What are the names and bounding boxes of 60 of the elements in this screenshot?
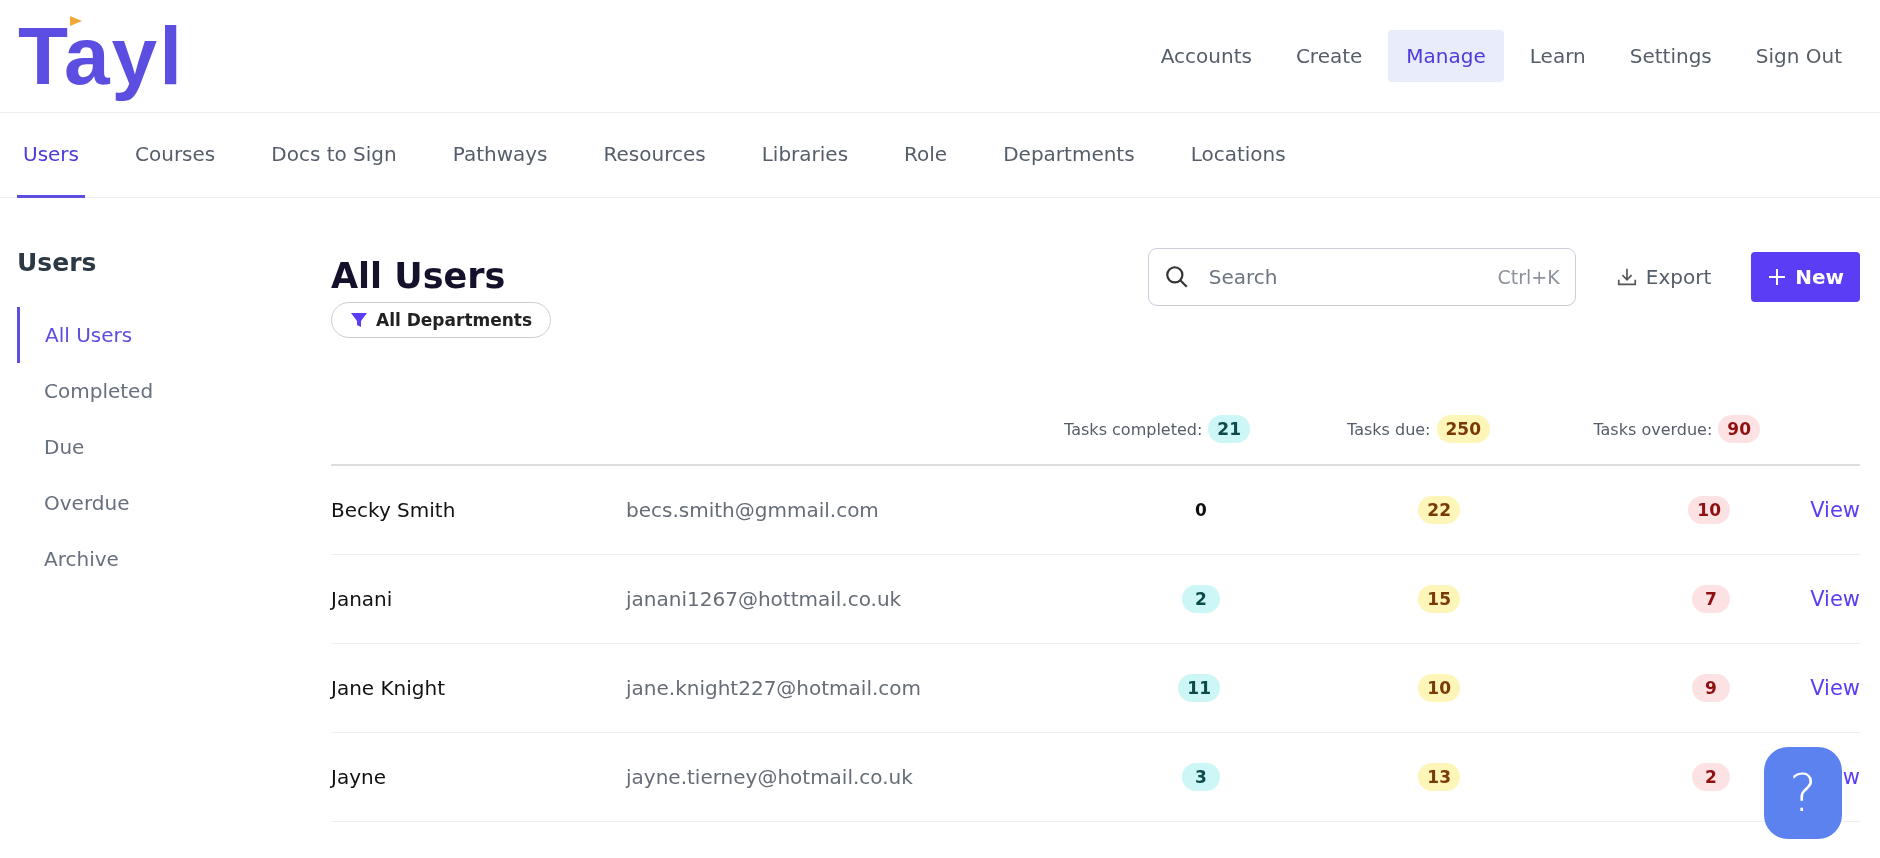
pencil-tip-icon — [70, 16, 82, 26]
user-name: Jane Knight — [331, 676, 447, 700]
tab[interactable]: Courses — [107, 113, 244, 198]
count-badge: 2 — [1182, 585, 1220, 613]
view-link[interactable]: View — [1810, 498, 1860, 522]
new-button[interactable]: New — [1751, 252, 1860, 302]
nav-link[interactable]: Settings — [1611, 30, 1730, 82]
count-badge: 7 — [1692, 585, 1730, 613]
sidebar-item[interactable]: Archive — [17, 531, 331, 587]
summary-label: Tasks completed: — [1064, 419, 1203, 439]
tab[interactable]: Resources — [575, 113, 734, 198]
sidebar-item[interactable]: Due — [17, 419, 331, 475]
tab[interactable]: Role — [876, 113, 976, 198]
user-email: jane.knight227@hotmail.com — [626, 676, 923, 700]
search-icon — [1163, 264, 1190, 290]
count-badge: 13 — [1418, 763, 1460, 791]
summary-label: Tasks overdue: — [1593, 419, 1713, 439]
page-title: All Users — [331, 256, 507, 296]
tab[interactable]: Docs to Sign — [243, 113, 425, 198]
nav-link[interactable]: Manage — [1388, 30, 1504, 82]
sidebar-title: Users — [17, 248, 98, 277]
user-name: Becky Smith — [331, 498, 457, 522]
sidebar-item[interactable]: Overdue — [17, 475, 331, 531]
count-badge: 90 — [1718, 415, 1760, 443]
plus-icon — [1767, 267, 1788, 287]
count-badge: 22 — [1418, 496, 1460, 524]
count-badge: 11 — [1178, 674, 1220, 702]
count-badge: 21 — [1208, 415, 1250, 443]
count-badge: 10 — [1688, 496, 1730, 524]
count-badge: 3 — [1182, 763, 1220, 791]
count-badge: 10 — [1418, 674, 1460, 702]
filter-icon — [350, 311, 368, 329]
download-icon — [1615, 266, 1638, 288]
tab[interactable]: Pathways — [424, 113, 576, 198]
user-email: janani1267@hottmail.co.uk — [626, 587, 903, 611]
department-filter[interactable]: All Departments — [331, 302, 552, 338]
nav-link[interactable]: Sign Out — [1737, 30, 1860, 82]
user-email: jayne.tierney@hotmail.co.uk — [626, 765, 914, 789]
count-badge: 15 — [1418, 585, 1460, 613]
help-button[interactable]: ? — [1764, 747, 1842, 839]
user-name: Jayne — [331, 765, 387, 789]
sidebar-item[interactable]: Completed — [17, 363, 331, 419]
tab[interactable]: Users — [17, 113, 85, 198]
nav-link[interactable]: Learn — [1511, 30, 1604, 82]
nav-link[interactable]: Create — [1277, 30, 1381, 82]
view-link[interactable]: View — [1810, 587, 1860, 611]
user-name: Janani — [331, 587, 394, 611]
tab[interactable]: Departments — [975, 113, 1163, 198]
summary-label: Tasks due: — [1347, 419, 1431, 439]
count-badge: 9 — [1692, 674, 1730, 702]
view-link[interactable]: View — [1810, 676, 1860, 700]
tab[interactable]: Libraries — [733, 113, 877, 198]
shortcut-hint: Ctrl+K — [1497, 266, 1560, 288]
view-link[interactable]: w — [1842, 765, 1860, 789]
user-email: becs.smith@gmmail.com — [626, 498, 880, 522]
tab[interactable]: Locations — [1162, 113, 1314, 198]
count-badge: 2 — [1692, 763, 1730, 791]
count-text: 0 — [1194, 499, 1208, 522]
count-badge: 250 — [1436, 415, 1490, 443]
nav-link[interactable]: Accounts — [1142, 30, 1270, 82]
